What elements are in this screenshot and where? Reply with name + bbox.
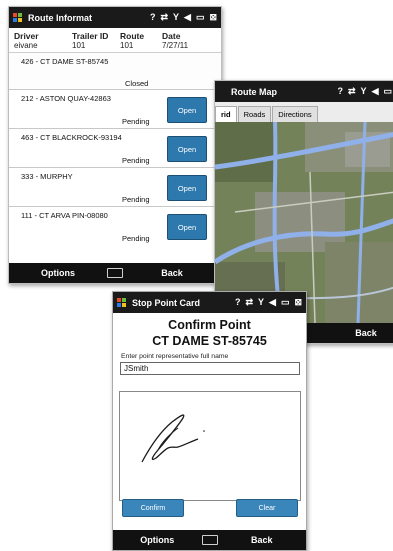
title-bar: Route Informat ? ⇄ Y ◀ ▭ ⊠ (9, 7, 221, 28)
close-icon[interactable]: ⊠ (209, 12, 217, 23)
notification-icon[interactable]: ? (338, 86, 344, 97)
stop-status: Pending (122, 195, 150, 204)
trailer-id-value: 101 (72, 41, 86, 50)
signature-image (141, 414, 205, 463)
notification-icon[interactable]: ? (235, 297, 241, 308)
options-softkey[interactable]: Options (113, 535, 202, 545)
notification-icon[interactable]: ? (150, 12, 156, 23)
window-title: Route Informat (28, 12, 92, 23)
volume-icon[interactable]: ◀ (372, 86, 379, 97)
sync-icon[interactable]: ⇄ (160, 12, 168, 23)
signature-pad[interactable] (119, 391, 301, 501)
volume-icon[interactable]: ◀ (184, 12, 191, 23)
stop-address: 463 - CT BLACKROCK-93194 (21, 133, 122, 142)
sync-icon[interactable]: ⇄ (245, 297, 253, 308)
open-stop-button[interactable]: Open (167, 97, 207, 123)
confirm-button[interactable]: Confirm (122, 499, 184, 517)
tab-directions[interactable]: Directions (272, 106, 318, 122)
stop-row[interactable]: 212 - ASTON QUAY-42863 Pending Open (9, 90, 221, 129)
battery-icon[interactable]: ▭ (196, 12, 205, 23)
date-label: Date (162, 31, 181, 41)
battery-icon[interactable]: ▭ (281, 297, 290, 308)
stop-status: Pending (122, 156, 150, 165)
stop-status: Pending (122, 117, 150, 126)
route-label: Route (120, 31, 145, 41)
stop-row[interactable]: 111 - CT ARVA PIN-08080 Pending Open (9, 207, 221, 246)
clear-button[interactable]: Clear (236, 499, 298, 517)
windows-logo-icon[interactable] (117, 297, 127, 308)
stop-point-card-screen: Stop Point Card ? ⇄ Y ◀ ▭ ⊠ Confirm Poin… (112, 291, 307, 551)
keyboard-icon[interactable] (201, 535, 218, 545)
title-bar: Route Map ? ⇄ Y ◀ ▭ (215, 81, 393, 102)
softkey-bar: Options Back (9, 263, 221, 283)
volume-icon[interactable]: ◀ (269, 297, 276, 308)
trailer-id-label: Trailer ID (72, 31, 109, 41)
stop-name: CT DAME ST-85745 (152, 334, 267, 348)
open-stop-button[interactable]: Open (167, 175, 207, 201)
back-softkey[interactable]: Back (123, 268, 221, 278)
date-value: 7/27/11 (162, 41, 189, 50)
representative-name-input[interactable]: JSmith (120, 362, 300, 375)
stop-status: Closed (125, 79, 149, 88)
windows-logo-icon[interactable] (13, 12, 23, 23)
stop-row[interactable]: 463 - CT BLACKROCK-93194 Pending Open (9, 129, 221, 168)
route-header: Driver Trailer ID Route Date eivane 101 … (9, 28, 221, 53)
stop-address: 111 - CT ARVA PIN-08080 (21, 211, 108, 220)
signal-icon[interactable]: Y (361, 86, 367, 97)
name-prompt: Enter point representative full name (121, 353, 229, 360)
window-title: Stop Point Card (132, 297, 200, 308)
route-informat-screen: Route Informat ? ⇄ Y ◀ ▭ ⊠ Driver Traile… (8, 6, 222, 284)
stop-row[interactable]: 426 - CT DAME ST-85745 Closed (9, 53, 221, 90)
driver-value: eivane (14, 41, 38, 50)
battery-icon[interactable]: ▭ (383, 86, 392, 97)
window-title: Route Map (231, 86, 277, 97)
keyboard-icon[interactable] (107, 268, 123, 278)
sync-icon[interactable]: ⇄ (348, 86, 356, 97)
driver-label: Driver (14, 31, 39, 41)
close-icon[interactable]: ⊠ (294, 297, 302, 308)
tab-grid[interactable]: rid (215, 106, 237, 122)
tab-roads[interactable]: Roads (237, 106, 272, 122)
map-tabs: rid Roads Directions (215, 102, 393, 123)
signal-icon[interactable]: Y (258, 297, 264, 308)
route-value: 101 (120, 41, 134, 50)
softkey-bar: Options Back (113, 530, 306, 550)
stop-row[interactable]: 333 - MURPHY Pending Open (9, 168, 221, 207)
back-softkey[interactable]: Back (336, 328, 393, 338)
stop-address: 212 - ASTON QUAY-42863 (21, 94, 111, 103)
confirm-point-heading: Confirm Point (168, 318, 251, 332)
back-softkey[interactable]: Back (218, 535, 307, 545)
stop-status: Pending (122, 234, 150, 243)
signal-icon[interactable]: Y (173, 12, 179, 23)
open-stop-button[interactable]: Open (167, 136, 207, 162)
stop-address: 333 - MURPHY (21, 172, 73, 181)
title-bar: Stop Point Card ? ⇄ Y ◀ ▭ ⊠ (113, 292, 306, 313)
stop-address: 426 - CT DAME ST-85745 (21, 57, 109, 66)
open-stop-button[interactable]: Open (167, 214, 207, 240)
options-softkey[interactable]: Options (9, 268, 107, 278)
